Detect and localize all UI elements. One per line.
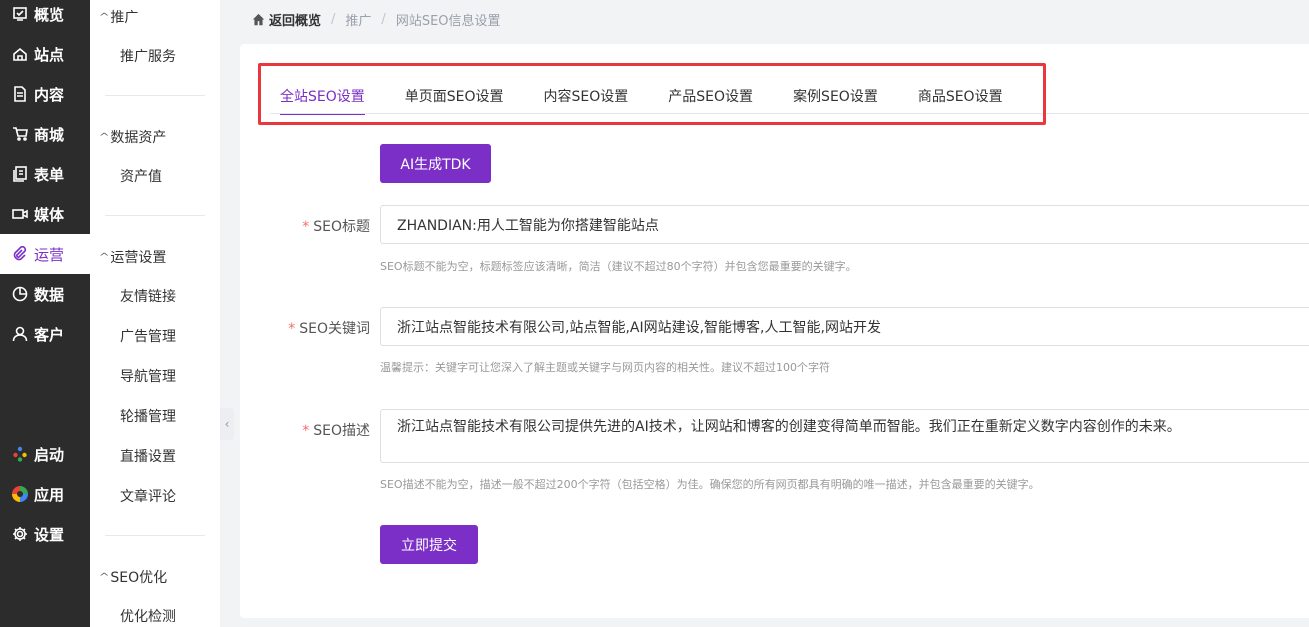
- gear-icon: [11, 525, 29, 543]
- menu-item-asset-value[interactable]: 资产值: [120, 166, 162, 186]
- chevron-up-icon: ^: [98, 571, 110, 583]
- user-icon: [11, 325, 29, 343]
- menu-group-promotion[interactable]: ^ 推广: [98, 7, 139, 27]
- seo-keywords-label-text: SEO关键词: [299, 321, 370, 337]
- menu-item-live-settings[interactable]: 直播设置: [120, 446, 176, 466]
- seo-keywords-label: * SEO关键词: [240, 318, 370, 338]
- rail-item-overview[interactable]: 概览: [0, 0, 90, 34]
- rail-item-settings[interactable]: 设置: [0, 514, 90, 554]
- rail-item-label: 内容: [34, 85, 65, 104]
- chevron-up-icon: ^: [98, 131, 110, 143]
- rail-item-label: 应用: [34, 485, 65, 504]
- main-nav-rail: 概览 站点 内容 商城 表单 媒体 运营 数据 客户 启动 应用 设置: [0, 0, 90, 627]
- rail-item-form[interactable]: 表单: [0, 154, 90, 194]
- rail-item-operations[interactable]: 运营: [0, 234, 90, 274]
- breadcrumb-back[interactable]: 返回概览: [252, 10, 321, 29]
- required-mark: *: [288, 321, 296, 337]
- menu-group-operations-settings[interactable]: ^ 运营设置: [98, 247, 167, 267]
- rail-item-label: 启动: [34, 445, 65, 464]
- breadcrumb-promotion[interactable]: 推广: [345, 10, 371, 29]
- rail-item-label: 概览: [34, 5, 65, 24]
- rail-item-label: 媒体: [34, 205, 65, 224]
- seo-description-textarea[interactable]: 浙江站点智能技术有限公司提供先进的AI技术，让网站和博客的创建变得简单而智能。我…: [380, 409, 1309, 463]
- video-icon: [11, 205, 29, 223]
- rail-item-mall[interactable]: 商城: [0, 114, 90, 154]
- menu-group-seo[interactable]: ^ SEO优化: [98, 567, 168, 587]
- menu-group-title: SEO优化: [110, 570, 168, 586]
- required-mark: *: [302, 219, 310, 235]
- home-icon: [252, 13, 265, 25]
- required-mark: *: [302, 423, 310, 439]
- menu-item-optimization-check[interactable]: 优化检测: [120, 606, 176, 626]
- rail-item-site[interactable]: 站点: [0, 34, 90, 74]
- overview-icon: [11, 5, 29, 23]
- seo-description-label: * SEO描述: [240, 420, 370, 440]
- rail-item-label: 商城: [34, 125, 65, 144]
- rail-item-label: 表单: [34, 165, 65, 184]
- menu-divider: [105, 95, 205, 96]
- menu-item-article-comments[interactable]: 文章评论: [120, 486, 176, 506]
- rail-item-label: 数据: [34, 285, 65, 304]
- menu-item-nav-management[interactable]: 导航管理: [120, 366, 176, 386]
- menu-divider: [105, 215, 205, 216]
- seo-description-hint: SEO描述不能为空，描述一般不超过200个字符（包括空格）为佳。确保您的所有网页…: [380, 478, 1040, 491]
- breadcrumb: 返回概览 / 推广 / 网站SEO信息设置: [252, 10, 501, 29]
- rail-item-label: 设置: [34, 525, 65, 544]
- menu-divider: [105, 535, 205, 536]
- seo-keywords-hint: 温馨提示：关键字可让您深入了解主题或关键字与网页内容的相关性。建议不超过100个…: [380, 361, 830, 374]
- seo-keywords-input[interactable]: 浙江站点智能技术有限公司,站点智能,AI网站建设,智能博客,人工智能,网站开发: [380, 307, 1309, 346]
- pie-chart-icon: [11, 285, 29, 303]
- secondary-menu: ^ 推广 推广服务 ^ 数据资产 资产值 ^ 运营设置 友情链接 广告管理 导航管理 …: [90, 0, 220, 627]
- rail-item-launch[interactable]: 启动: [0, 434, 90, 474]
- menu-item-friend-links[interactable]: 友情链接: [120, 286, 176, 306]
- seo-title-input[interactable]: ZHANDIAN:用人工智能为你搭建智能站点: [380, 205, 1309, 244]
- menu-item-ad-management[interactable]: 广告管理: [120, 326, 176, 346]
- rail-item-customer[interactable]: 客户: [0, 314, 90, 354]
- seo-title-label-text: SEO标题: [313, 219, 370, 235]
- collapse-menu-button[interactable]: ‹: [220, 408, 234, 440]
- submit-button[interactable]: 立即提交: [380, 525, 478, 564]
- rail-item-media[interactable]: 媒体: [0, 194, 90, 234]
- menu-item-carousel-management[interactable]: 轮播管理: [120, 406, 176, 426]
- rail-item-content[interactable]: 内容: [0, 74, 90, 114]
- chevron-up-icon: ^: [98, 251, 110, 263]
- chevron-up-icon: ^: [98, 11, 110, 23]
- breadcrumb-back-label: 返回概览: [269, 13, 322, 29]
- rail-item-apps[interactable]: 应用: [0, 474, 90, 514]
- cart-icon: [11, 125, 29, 143]
- launch-icon: [11, 445, 29, 463]
- seo-title-hint: SEO标题不能为空，标题标签应该清晰，简洁（建议不超过80个字符）并包含您最重要…: [380, 260, 857, 273]
- rail-item-label: 运营: [34, 245, 65, 264]
- menu-group-title: 运营设置: [110, 250, 167, 266]
- paperclip-icon: [11, 245, 29, 263]
- menu-group-data-assets[interactable]: ^ 数据资产: [98, 127, 167, 147]
- seo-title-label: * SEO标题: [240, 216, 370, 236]
- breadcrumb-current: 网站SEO信息设置: [395, 13, 501, 29]
- rail-item-data[interactable]: 数据: [0, 274, 90, 314]
- form-icon: [11, 165, 29, 183]
- breadcrumb-separator: /: [331, 11, 336, 27]
- breadcrumb-separator: /: [381, 11, 386, 27]
- menu-group-title: 推广: [110, 10, 139, 26]
- highlight-box: [258, 63, 1046, 125]
- menu-item-promotion-service[interactable]: 推广服务: [120, 46, 176, 66]
- seo-settings-card: 全站SEO设置 单页面SEO设置 内容SEO设置 产品SEO设置 案例SEO设置…: [240, 44, 1309, 618]
- ai-generate-tdk-button[interactable]: AI生成TDK: [380, 144, 491, 183]
- apps-icon: [11, 485, 29, 503]
- rail-item-label: 站点: [34, 45, 65, 64]
- home-icon: [11, 45, 29, 63]
- document-icon: [11, 85, 29, 103]
- rail-item-label: 客户: [34, 325, 65, 344]
- chevron-left-icon: ‹: [224, 417, 230, 431]
- seo-description-label-text: SEO描述: [313, 423, 370, 439]
- menu-group-title: 数据资产: [110, 130, 167, 146]
